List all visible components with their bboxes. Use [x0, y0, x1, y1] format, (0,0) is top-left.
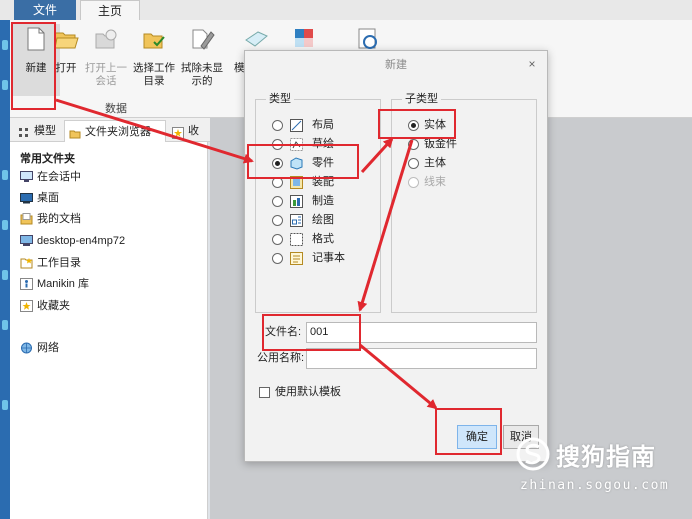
data-group-label: 数据 — [105, 103, 127, 115]
folder-browser-icon — [69, 126, 81, 139]
drawing-icon — [290, 214, 303, 227]
folder-item-in-session[interactable]: 在会话中 — [20, 168, 81, 186]
type-option-label: 布局 — [312, 119, 334, 131]
folder-item-favorites[interactable]: 收藏夹 — [20, 297, 70, 315]
open-last-session-button[interactable]: 打开上一 会话 — [82, 24, 130, 96]
highlight-new-button — [11, 22, 56, 110]
last-session-icon — [93, 26, 119, 52]
type-option-label: 记事本 — [312, 252, 345, 264]
manufacturing-icon — [290, 195, 303, 208]
folder-item-label: 收藏夹 — [37, 300, 70, 312]
model-icon — [243, 26, 269, 52]
favorites-icon — [172, 125, 184, 139]
tree-icon — [18, 125, 30, 137]
tab-favorites-label: 收藏 — [188, 125, 199, 137]
working-dir-icon — [141, 26, 167, 52]
default-template-checkbox[interactable] — [259, 387, 270, 398]
folder-item-network[interactable]: 网络 — [20, 339, 59, 357]
folder-item-manikin-library[interactable]: Manikin 库 — [20, 275, 89, 293]
type-option-label: 制造 — [312, 195, 334, 207]
folder-item-label: 我的文档 — [37, 213, 81, 225]
documents-icon — [20, 213, 33, 225]
folder-item-desktop[interactable]: 桌面 — [20, 189, 59, 207]
common-name-field[interactable] — [306, 348, 537, 369]
folder-browser-panel: 常用文件夹 在会话中 桌面 我的文档 desktop-en4mp72 工作目录 … — [10, 142, 208, 519]
radio-button[interactable] — [272, 120, 283, 131]
radio-button[interactable] — [408, 139, 419, 150]
highlight-filename-field — [262, 314, 361, 351]
tab-folder-browser[interactable]: 文件夹浏览器 — [64, 120, 166, 142]
subtype-option-label: 主体 — [424, 157, 446, 169]
select-working-dir-label: 选择工作 目录 — [133, 62, 175, 87]
folder-item-label: 桌面 — [37, 192, 59, 204]
dialog-title: 新建 — [385, 59, 407, 71]
highlight-part-option — [247, 144, 359, 179]
radio-button — [408, 177, 419, 188]
layout-icon — [290, 119, 303, 132]
eraser-icon — [189, 26, 215, 52]
folder-item-my-documents[interactable]: 我的文档 — [20, 210, 81, 228]
folder-item-label: 在会话中 — [37, 171, 81, 183]
format-icon — [290, 233, 303, 246]
default-template-label: 使用默认模板 — [275, 386, 341, 398]
manikin-icon — [20, 278, 33, 290]
close-icon[interactable]: × — [525, 57, 539, 71]
tab-model-tree[interactable]: 模型 — [14, 120, 60, 142]
radio-button[interactable] — [408, 158, 419, 169]
monitor-icon — [20, 171, 33, 183]
watermark-url: zhinan.sogou.com — [520, 478, 670, 493]
open-last-session-label: 打开上一 会话 — [85, 62, 127, 87]
computer-icon — [20, 235, 33, 247]
color-grid-icon — [291, 26, 317, 52]
working-dir-folder-icon — [20, 257, 33, 269]
tab-file[interactable]: 文件 — [14, 0, 76, 20]
type-group: 类型 布局 草绘 零件 装配 制造 绘图 格式 记事本 — [255, 93, 381, 313]
folder-item-label: 工作目录 — [37, 257, 81, 269]
folder-item-label: desktop-en4mp72 — [37, 235, 126, 247]
folder-item-computer[interactable]: desktop-en4mp72 — [20, 232, 125, 250]
type-option-label: 格式 — [312, 233, 334, 245]
desktop-icon — [20, 192, 33, 204]
common-name-label: 公用名称: — [257, 352, 305, 364]
radio-button[interactable] — [272, 234, 283, 245]
highlight-ok-button — [435, 408, 502, 455]
regenerate-icon — [355, 26, 381, 52]
tab-favorites[interactable]: 收藏 — [168, 120, 208, 142]
type-group-label: 类型 — [266, 93, 294, 106]
subtype-option-label: 线束 — [424, 176, 446, 188]
radio-button[interactable] — [272, 196, 283, 207]
watermark-brand: 搜狗指南 — [556, 444, 656, 471]
highlight-solid-option — [378, 109, 456, 139]
tab-home[interactable]: 主页 — [80, 0, 140, 20]
folder-item-working-directory[interactable]: 工作目录 — [20, 254, 81, 272]
navigator-tab-bar: 模型 文件夹浏览器 收藏 — [10, 118, 210, 142]
notebook-icon — [290, 252, 303, 265]
folder-item-label: 网络 — [37, 342, 59, 354]
subtype-group-label: 子类型 — [402, 93, 441, 106]
sogou-logo-icon — [515, 436, 551, 472]
erase-not-displayed-label: 拭除未显 示的 — [181, 62, 223, 87]
folder-item-label: Manikin 库 — [37, 278, 89, 290]
select-working-dir-button[interactable]: 选择工作 目录 — [130, 24, 178, 96]
tab-model-tree-label: 模型 — [34, 125, 56, 137]
radio-button[interactable] — [272, 253, 283, 264]
open-folder-icon — [53, 26, 79, 52]
tab-folder-browser-label: 文件夹浏览器 — [85, 126, 151, 138]
star-icon — [20, 300, 33, 312]
erase-not-displayed-button[interactable]: 拭除未显 示的 — [178, 24, 226, 96]
type-option-label: 绘图 — [312, 214, 334, 226]
ribbon-tab-bar: 文件 主页 — [0, 0, 692, 20]
network-icon — [20, 342, 33, 354]
desktop-strip — [0, 20, 10, 519]
radio-button[interactable] — [272, 215, 283, 226]
common-folders-title: 常用文件夹 — [20, 153, 75, 165]
